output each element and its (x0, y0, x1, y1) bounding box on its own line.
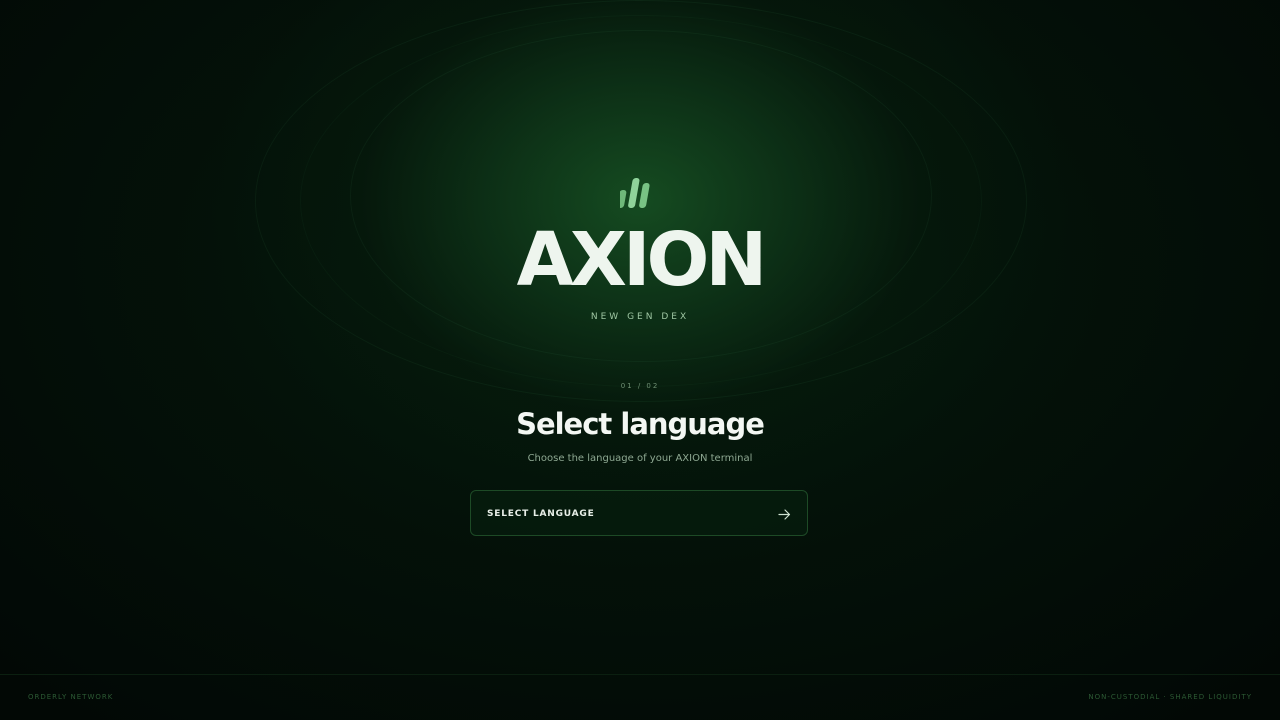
arrow-right-icon (778, 509, 791, 520)
footer-network-label: ORDERLY NETWORK (28, 693, 114, 701)
step-indicator: 01 / 02 (620, 382, 660, 390)
brand-title: AXION (516, 217, 768, 303)
footer-divider (0, 674, 1280, 675)
footer-features-label: NON-CUSTODIAL · SHARED LIQUIDITY (1088, 693, 1252, 701)
page-subtitle: Choose the language of your AXION termin… (527, 453, 753, 464)
language-select-label: SELECT LANGUAGE (487, 509, 595, 519)
page-title: Select language (516, 407, 765, 441)
brand-tagline: NEW GEN DEX (590, 312, 690, 322)
language-select-button[interactable]: SELECT LANGUAGE (470, 490, 808, 536)
background (0, 0, 1280, 720)
bar-chart-icon (620, 178, 650, 208)
